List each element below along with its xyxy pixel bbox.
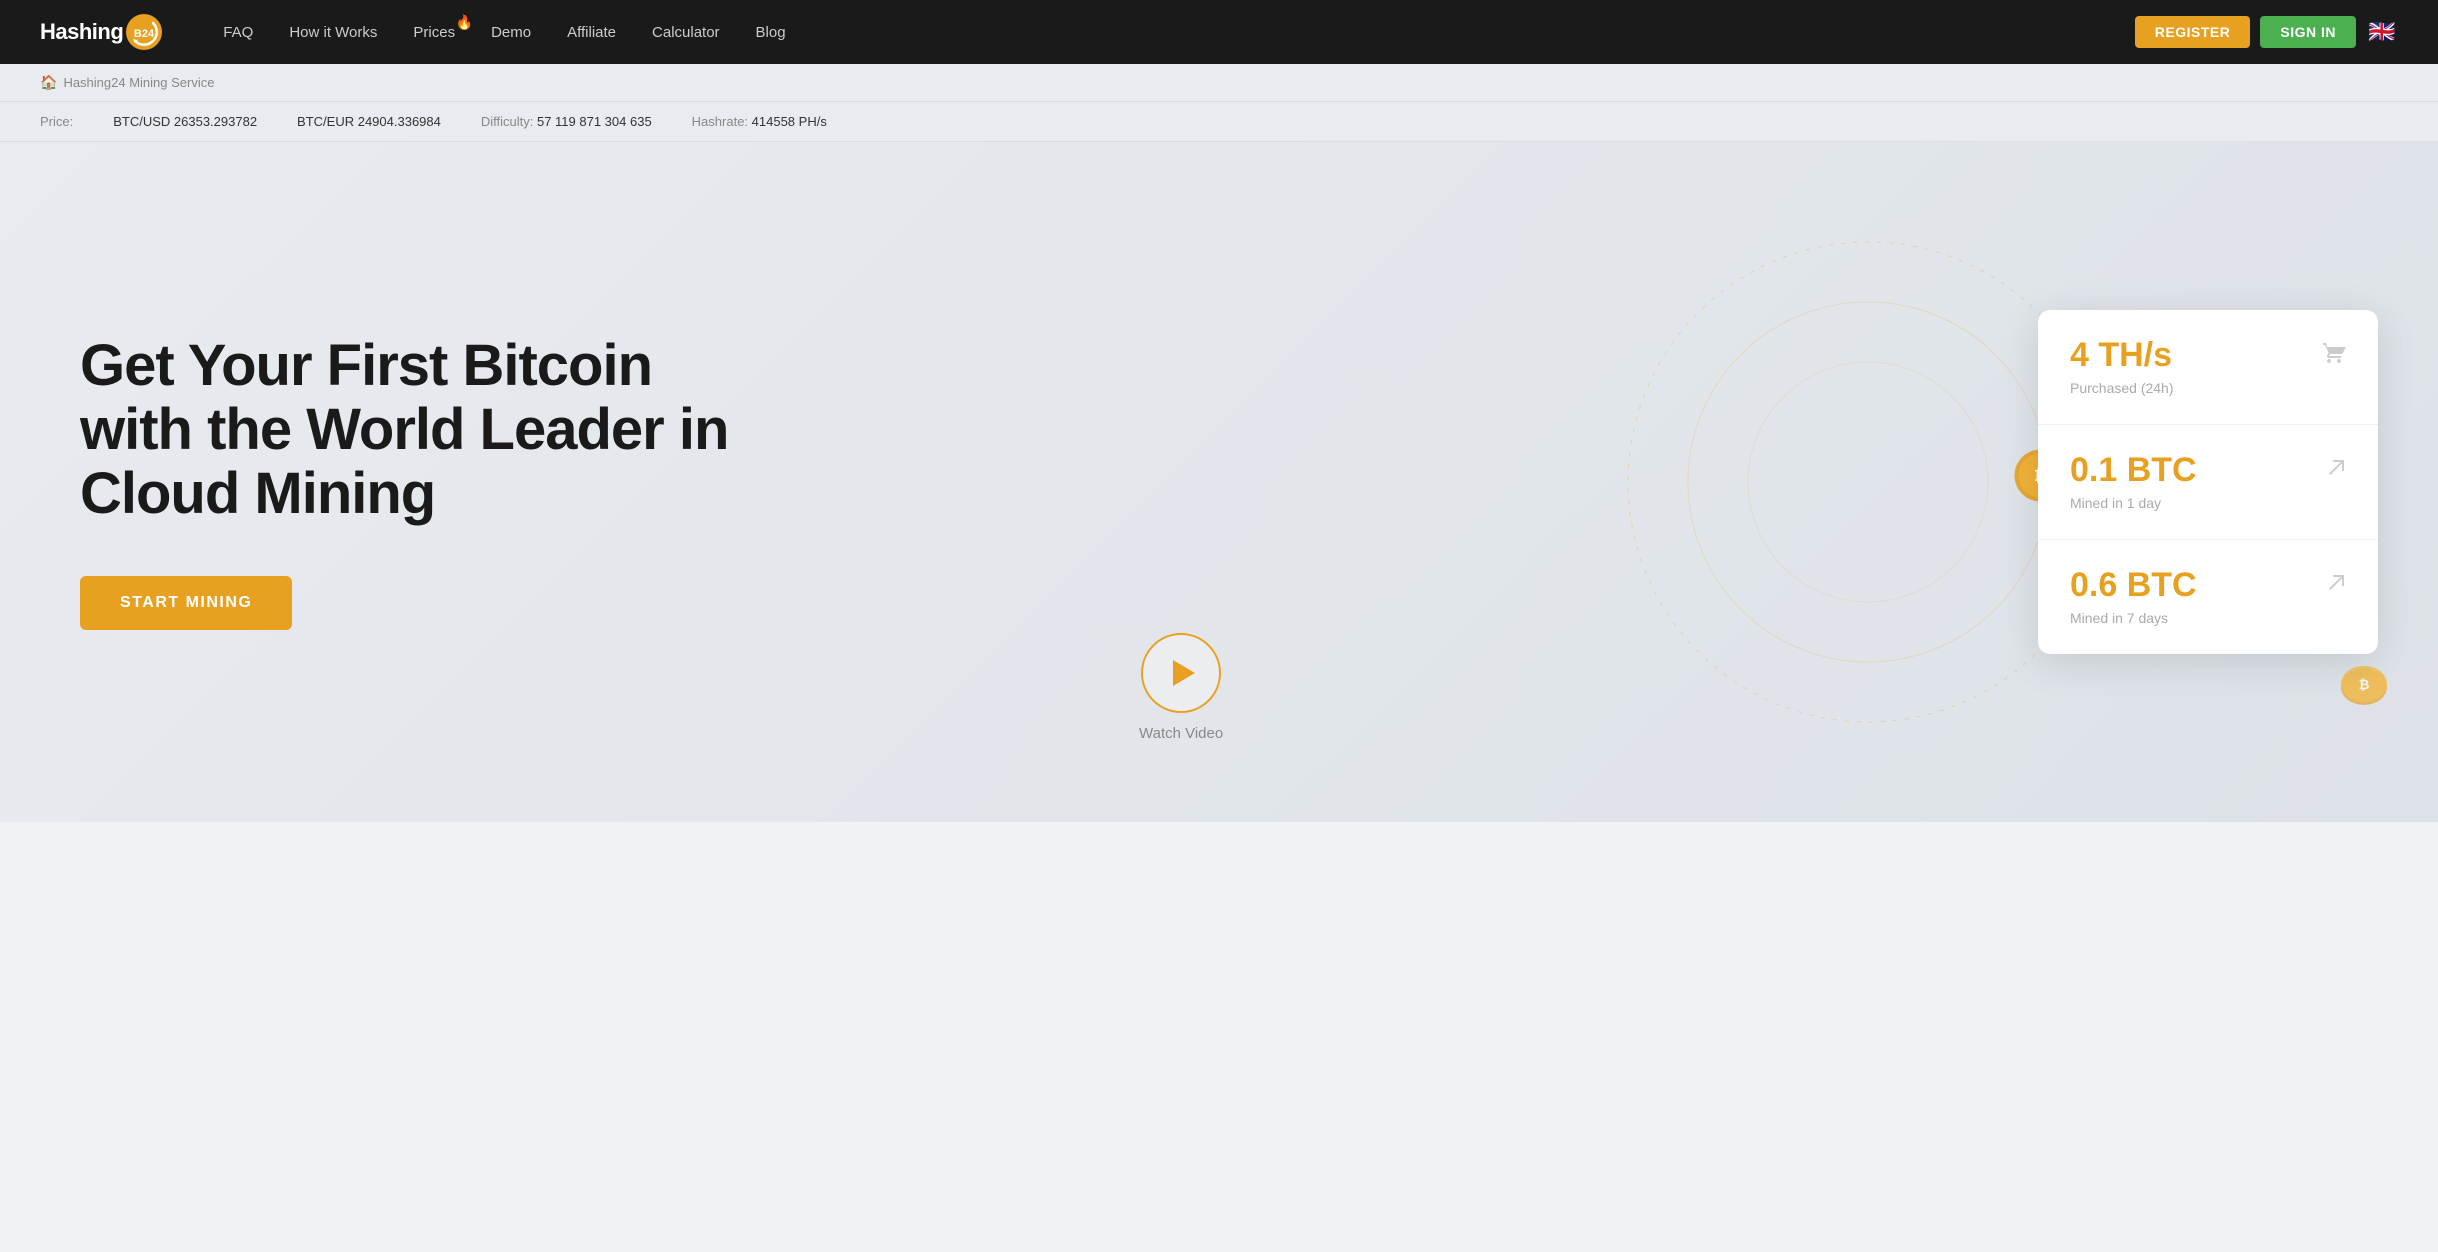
stat-info-2: 0.1 BTC Mined in 1 day [2070,453,2197,511]
difficulty-label: Difficulty: 57 119 871 304 635 [481,114,652,129]
btc-eur-value: BTC/EUR 24904.336984 [297,114,441,129]
stat-value-3: 0.6 BTC [2070,568,2197,602]
nav-blog[interactable]: Blog [756,24,786,41]
nav-prices[interactable]: Prices [413,24,455,41]
logo-text: Hashing [40,19,123,45]
cart-icon [2322,342,2346,372]
nav-actions: REGISTER SIGN IN 🇬🇧 [2135,16,2398,48]
watch-video-label: Watch Video [1139,725,1223,742]
nav-links: FAQ How it Works Prices Demo Affiliate C… [223,24,2135,41]
stat-label-2: Mined in 1 day [2070,495,2197,511]
hero-content: Get Your First Bitcoin with the World Le… [80,334,780,629]
nav-calculator[interactable]: Calculator [652,24,720,41]
stat-row-3: 0.6 BTC Mined in 7 days [2038,540,2378,654]
logo[interactable]: Hashing B24 [40,13,163,51]
difficulty-value: 57 119 871 304 635 [537,114,652,129]
watch-video-wrapper: Watch Video [1139,633,1223,742]
breadcrumb-text: Hashing24 Mining Service [63,75,214,90]
signin-button[interactable]: SIGN IN [2260,16,2356,48]
stat-value-2: 0.1 BTC [2070,453,2197,487]
stat-value-1: 4 TH/s [2070,338,2174,372]
nav-demo[interactable]: Demo [491,24,531,41]
nav-how-it-works[interactable]: How it Works [289,24,377,41]
play-icon [1173,660,1195,686]
stat-row-1: 4 TH/s Purchased (24h) [2038,310,2378,425]
stat-row-2: 0.1 BTC Mined in 1 day [2038,425,2378,540]
language-selector[interactable]: 🇬🇧 [2366,16,2398,48]
stats-card: 4 TH/s Purchased (24h) 0.1 BTC Mined in … [2038,310,2378,654]
stat-label-3: Mined in 7 days [2070,610,2197,626]
logo-icon: B24 [125,13,163,51]
hashrate-value: 414558 PH/s [752,114,827,129]
btc-usd-value: BTC/USD 26353.293782 [113,114,257,129]
coin-decoration-2: ₿ [2340,663,2388,722]
svg-text:₿: ₿ [2359,677,2370,692]
play-button[interactable] [1141,633,1221,713]
stat-label-1: Purchased (24h) [2070,380,2174,396]
hero-section: ₿ ₿ Get Your First Bitcoin with the Worl… [0,142,2438,822]
ticker-bar: Price: BTC/USD 26353.293782 BTC/EUR 2490… [0,102,2438,142]
arrow-up-right-icon-1 [2326,457,2346,483]
arrow-up-right-icon-2 [2326,572,2346,598]
svg-text:B24: B24 [134,28,155,40]
home-icon: 🏠 [40,74,57,91]
stat-info-3: 0.6 BTC Mined in 7 days [2070,568,2197,626]
breadcrumb-bar: 🏠 Hashing24 Mining Service [0,64,2438,102]
price-label: Price: [40,114,73,129]
register-button[interactable]: REGISTER [2135,16,2251,48]
hashrate-label: Hashrate: 414558 PH/s [692,114,827,129]
start-mining-button[interactable]: START MINING [80,576,292,630]
hero-title: Get Your First Bitcoin with the World Le… [80,334,780,525]
stat-info-1: 4 TH/s Purchased (24h) [2070,338,2174,396]
nav-faq[interactable]: FAQ [223,24,253,41]
navbar: Hashing B24 FAQ How it Works Prices Demo… [0,0,2438,64]
nav-affiliate[interactable]: Affiliate [567,24,616,41]
